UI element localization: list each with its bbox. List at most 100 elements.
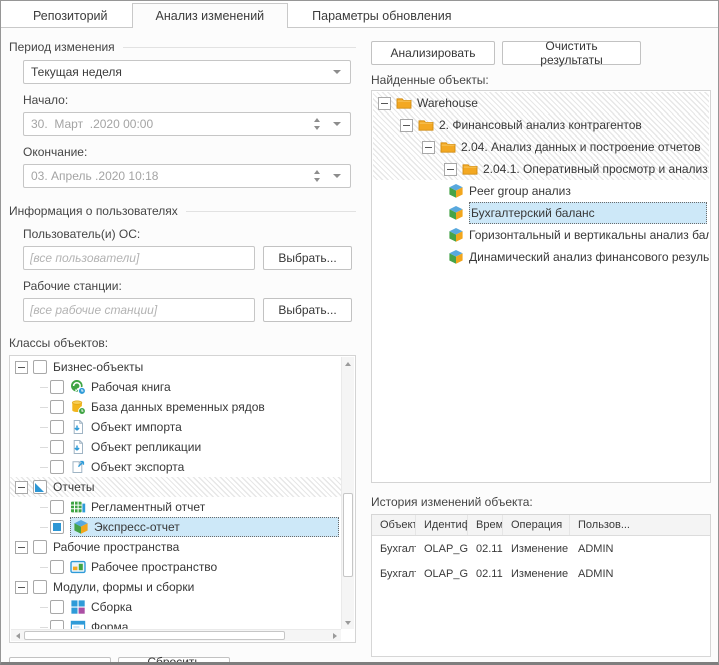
mark-all-button[interactable]: Отметить все <box>9 657 111 665</box>
tree-row[interactable]: Экспресс-отчет <box>10 517 341 537</box>
folder-icon <box>440 139 456 155</box>
column-header[interactable]: Операция <box>503 515 570 535</box>
collapse-icon[interactable] <box>422 141 435 154</box>
scroll-up-button[interactable] <box>342 357 354 370</box>
checkbox[interactable] <box>50 440 64 454</box>
tree-row[interactable]: Peer group анализ <box>373 180 709 202</box>
column-header[interactable]: Идентиф... <box>416 515 468 535</box>
tree-row[interactable]: 2.04. Анализ данных и построение отчетов <box>373 136 709 158</box>
tree-connector-line <box>40 507 48 508</box>
chevron-down-icon[interactable] <box>333 174 341 178</box>
checkbox[interactable] <box>50 520 64 534</box>
analyze-button[interactable]: Анализировать <box>371 41 495 65</box>
tree-row[interactable]: Объект импорта <box>10 417 341 437</box>
found-objects-tree: Warehouse2. Финансовый анализ контрагент… <box>371 90 711 483</box>
tab-repository[interactable]: Репозиторий <box>9 3 132 28</box>
table-row[interactable]: Бухгалте...OLAP_GE...02.11....ИзменениеA… <box>372 561 710 586</box>
column-header[interactable]: Время <box>468 515 503 535</box>
tree-row[interactable]: Объект репликации <box>10 437 341 457</box>
collapse-icon[interactable] <box>15 481 28 494</box>
tree-row[interactable]: 2. Финансовый анализ контрагентов <box>373 114 709 136</box>
tree-row[interactable]: Горизонтальный и вертикальны анализ бала… <box>373 224 709 246</box>
checkbox[interactable] <box>33 360 47 374</box>
import-object-icon <box>70 419 86 435</box>
column-header[interactable]: Пользов... <box>570 515 710 535</box>
folder-icon <box>418 117 434 133</box>
table-cell: OLAP_GE... <box>416 561 468 586</box>
checkbox[interactable] <box>50 400 64 414</box>
checkbox[interactable] <box>50 620 64 629</box>
tree-item-label: 2.04. Анализ данных и построение отчетов <box>461 140 701 154</box>
tree-item-label: Форма <box>91 620 128 629</box>
tree-row[interactable]: Модули, формы и сборки <box>10 577 341 597</box>
tree-row[interactable]: Рабочие пространства <box>10 537 341 557</box>
chevron-down-icon[interactable] <box>333 70 341 74</box>
spinner-up-down-icon[interactable] <box>314 118 320 130</box>
checkbox[interactable] <box>33 540 47 554</box>
checkbox[interactable] <box>50 420 64 434</box>
tree-row[interactable]: Динамический анализ финансового результа… <box>373 246 709 268</box>
scroll-down-button[interactable] <box>342 616 354 629</box>
horizontal-scrollbar[interactable] <box>11 629 341 641</box>
replication-object-icon <box>70 439 86 455</box>
tree-row[interactable]: Сборка <box>10 597 341 617</box>
scroll-right-button[interactable] <box>328 630 341 641</box>
collapse-icon[interactable] <box>15 581 28 594</box>
checkbox[interactable] <box>50 460 64 474</box>
tree-row[interactable]: База данных временных рядов <box>10 397 341 417</box>
collapse-icon[interactable] <box>15 361 28 374</box>
start-date-value: 30. Март .2020 00:00 <box>31 117 314 131</box>
table-cell: Бухгалте... <box>372 561 416 586</box>
collapse-icon[interactable] <box>400 119 413 132</box>
tab-change-analysis[interactable]: Анализ изменений <box>132 3 289 28</box>
checkbox[interactable] <box>50 560 64 574</box>
clear-results-button[interactable]: Очистить результаты <box>502 41 641 65</box>
start-date-field[interactable]: 30. Март .2020 00:00 <box>23 112 351 136</box>
scroll-left-button[interactable] <box>11 630 24 641</box>
tree-row[interactable]: Объект экспорта <box>10 457 341 477</box>
table-cell: Бухгалте... <box>372 536 416 561</box>
selected-row-highlight: Экспресс-отчет <box>70 517 339 537</box>
spinner-up-down-icon[interactable] <box>314 170 320 182</box>
collapse-icon[interactable] <box>378 97 391 110</box>
tree-connector-line <box>40 627 48 628</box>
tree-row[interactable]: Рабочая книга <box>10 377 341 397</box>
tree-row[interactable]: Регламентный отчет <box>10 497 341 517</box>
chevron-down-icon[interactable] <box>333 122 341 126</box>
workstations-input[interactable] <box>23 298 255 322</box>
vertical-scrollbar[interactable] <box>341 357 354 629</box>
checkbox[interactable] <box>50 600 64 614</box>
collapse-icon[interactable] <box>444 163 457 176</box>
collapse-icon[interactable] <box>15 541 28 554</box>
classes-tree: Бизнес-объектыРабочая книгаБаза данных в… <box>9 355 356 643</box>
scrollbar-thumb[interactable] <box>343 493 353 577</box>
tree-row[interactable]: 2.04.1. Оперативный просмотр и анализ да… <box>373 158 709 180</box>
scrollbar-thumb[interactable] <box>24 631 285 640</box>
table-cell: ADMIN <box>570 561 710 586</box>
checkbox[interactable] <box>50 500 64 514</box>
tree-row[interactable]: Бухгалтерский баланс <box>373 202 709 224</box>
tree-row[interactable]: Рабочее пространство <box>10 557 341 577</box>
select-workstations-button[interactable]: Выбрать... <box>263 298 352 322</box>
end-date-field[interactable]: 03. Апрель .2020 10:18 <box>23 164 351 188</box>
tree-item-label: Экспресс-отчет <box>94 520 180 534</box>
checkbox[interactable] <box>33 480 47 494</box>
express-report-icon <box>448 249 464 265</box>
timeseries-db-icon <box>70 399 86 415</box>
select-users-button[interactable]: Выбрать... <box>263 246 352 270</box>
column-header[interactable]: Объект <box>372 515 416 535</box>
period-preset-select[interactable]: Текущая неделя <box>23 60 351 84</box>
tree-item-label: Объект репликации <box>91 440 201 454</box>
tree-row[interactable]: Отчеты <box>10 477 341 497</box>
tree-item-label: 2.04.1. Оперативный просмотр и анализ да… <box>483 162 709 176</box>
tree-row[interactable]: Форма <box>10 617 341 629</box>
tree-row[interactable]: Warehouse <box>373 92 709 114</box>
os-users-input[interactable] <box>23 246 255 270</box>
tree-item-label: Бухгалтерский баланс <box>471 206 595 220</box>
tree-row[interactable]: Бизнес-объекты <box>10 357 341 377</box>
checkbox[interactable] <box>33 580 47 594</box>
tab-update-parameters[interactable]: Параметры обновления <box>288 3 475 28</box>
table-row[interactable]: Бухгалте...OLAP_GE...02.11....ИзменениеA… <box>372 536 710 561</box>
clear-mark-button[interactable]: Сбросить отметку <box>118 657 230 665</box>
checkbox[interactable] <box>50 380 64 394</box>
